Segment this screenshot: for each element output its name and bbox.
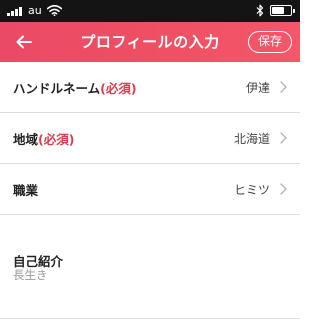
save-button[interactable]: 保存 xyxy=(248,31,292,53)
self-intro-value[interactable]: 長生き xyxy=(13,267,48,283)
arrow-left-icon xyxy=(16,35,32,49)
carrier-label: au xyxy=(28,4,42,17)
handle-name-label: ハンドルネーム(必須) xyxy=(13,80,137,96)
region-value: 北海道 xyxy=(233,131,270,146)
status-right xyxy=(256,4,295,17)
occupation-value: ヒミツ xyxy=(233,182,270,197)
occupation-row[interactable]: 職業 ヒミツ xyxy=(0,164,300,215)
required-mark: (必須) xyxy=(38,131,75,147)
page-title: プロフィールの入力 xyxy=(80,33,220,51)
region-label: 地域(必須) xyxy=(13,131,75,147)
occupation-label: 職業 xyxy=(13,182,39,198)
handle-name-row[interactable]: ハンドルネーム(必須) 伊達 xyxy=(0,62,300,113)
required-mark: (必須) xyxy=(100,80,137,96)
status-bar: au xyxy=(0,0,300,22)
chevron-right-icon xyxy=(280,81,287,93)
back-button[interactable] xyxy=(13,30,35,54)
battery-level xyxy=(272,7,284,14)
region-row[interactable]: 地域(必須) 北海道 xyxy=(0,113,300,164)
battery-tip xyxy=(293,9,295,13)
status-left: au xyxy=(7,4,62,17)
signal-icon xyxy=(7,6,23,16)
bluetooth-icon xyxy=(256,4,264,17)
chevron-right-icon xyxy=(280,132,287,144)
chevron-right-icon xyxy=(280,183,287,195)
header-bar: プロフィールの入力 保存 xyxy=(0,22,300,62)
battery-icon xyxy=(270,5,295,16)
self-intro-field[interactable]: 自己紹介 長生き xyxy=(0,239,300,319)
handle-name-value: 伊達 xyxy=(245,80,270,95)
wifi-icon xyxy=(46,5,62,16)
